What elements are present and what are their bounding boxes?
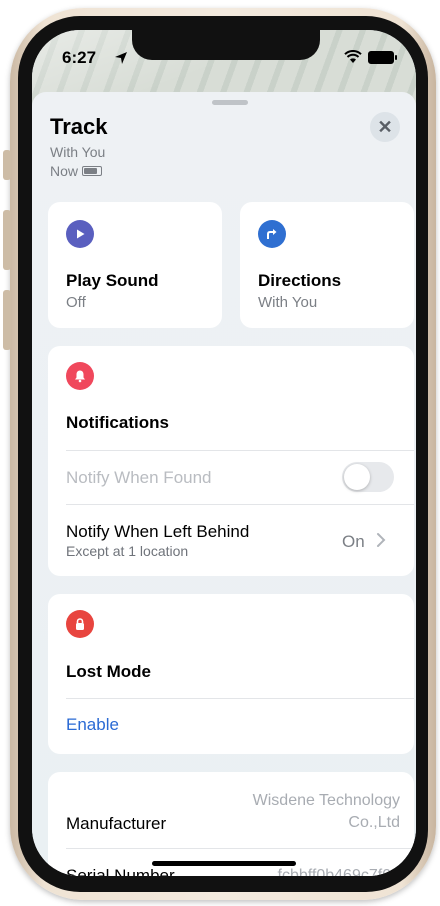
mute-switch [3, 150, 11, 180]
home-indicator[interactable] [152, 861, 296, 866]
volume-down-button [3, 290, 11, 350]
notify-left-behind-label: Notify When Left Behind [66, 522, 250, 541]
directions-status: With You [258, 294, 318, 311]
toggle-knob [344, 464, 370, 490]
manufacturer-value-line2: Co.,Ltd [348, 814, 400, 831]
status-icons [344, 50, 397, 64]
notify-left-behind-value: On [342, 532, 365, 551]
location-arrow-icon [114, 50, 128, 70]
lost-mode-title: Lost Mode [66, 662, 151, 681]
directions-card[interactable]: Directions With You [240, 202, 414, 328]
notifications-title: Notifications [66, 413, 169, 432]
sheet-grabber[interactable] [212, 100, 248, 105]
notify-left-behind-sub: Except at 1 location [66, 543, 189, 559]
manufacturer-value-line1: Wisdene Technology [252, 792, 400, 809]
notify-when-found-toggle[interactable] [342, 462, 394, 492]
chevron-right-icon [376, 532, 386, 553]
notify-when-found-label: Notify When Found [66, 468, 212, 487]
item-location: With You [50, 144, 106, 160]
status-bar: 6:27 [62, 48, 397, 72]
play-icon [66, 220, 94, 248]
item-detail-sheet: ✕ Track With You Now Play Sound Off Dire… [32, 92, 416, 876]
item-title: Track [50, 114, 108, 139]
close-button[interactable]: ✕ [370, 112, 400, 142]
wifi-icon [344, 50, 362, 63]
serial-number-value: fcbbff0b469c7f04 [277, 867, 400, 876]
volume-up-button [3, 210, 11, 270]
notifications-card: Notifications Notify When Found Notify W… [48, 346, 414, 576]
last-seen-text: Now [50, 163, 79, 179]
status-time: 6:27 [62, 48, 97, 67]
item-last-seen: Now [50, 163, 103, 179]
manufacturer-label: Manufacturer [66, 814, 167, 833]
close-icon: ✕ [377, 116, 393, 137]
play-sound-card[interactable]: Play Sound Off [48, 202, 222, 328]
play-sound-status: Off [66, 294, 86, 311]
screen: 6:27 ✕ Track With You Now Play Sound Off… [32, 30, 416, 876]
directions-title: Directions [258, 271, 342, 290]
divider [66, 848, 414, 849]
enable-lost-mode-link[interactable]: Enable [66, 715, 119, 735]
bell-icon [66, 362, 94, 390]
notify-when-left-behind-row[interactable]: Notify When Left Behind Except at 1 loca… [48, 504, 414, 576]
divider [66, 698, 414, 699]
lock-icon [66, 610, 94, 638]
battery-icon [368, 50, 397, 64]
divider [66, 450, 414, 451]
play-sound-title: Play Sound [66, 271, 159, 290]
serial-number-label: Serial Number [66, 866, 175, 876]
lost-mode-card: Lost Mode Enable [48, 594, 414, 754]
item-battery-icon [82, 166, 103, 176]
directions-icon [258, 220, 286, 248]
